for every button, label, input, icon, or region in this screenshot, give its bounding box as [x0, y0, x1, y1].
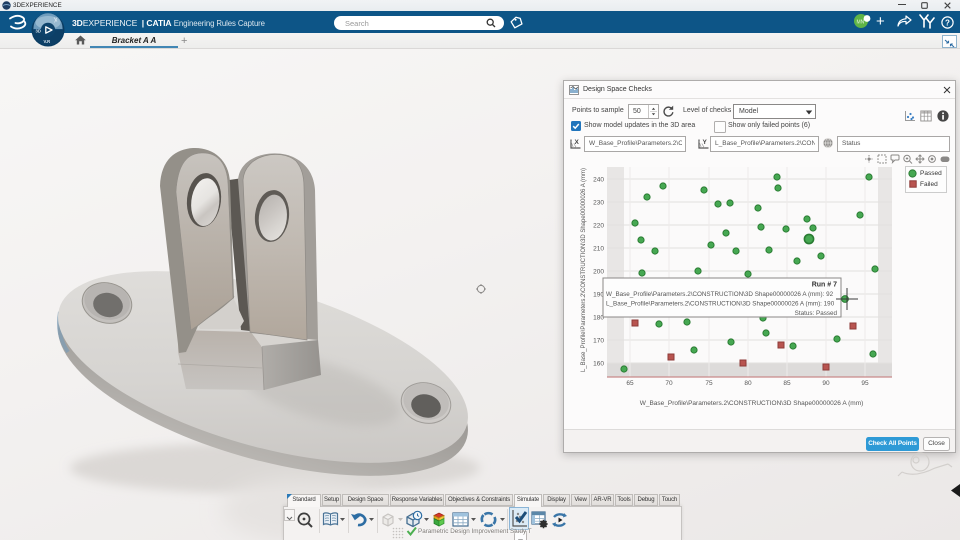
svg-text:95: 95: [861, 380, 869, 387]
svg-text:L_Base_Profile\Parameters.2\CO: L_Base_Profile\Parameters.2\CONSTRUCTION…: [606, 301, 835, 308]
svg-text:210: 210: [593, 246, 604, 253]
svg-text:Run # 7: Run # 7: [812, 282, 837, 289]
svg-text:3D: 3D: [36, 29, 41, 34]
svg-text:240: 240: [593, 177, 604, 184]
svg-text:75: 75: [705, 380, 713, 387]
svg-text:Status: Passed: Status: Passed: [795, 310, 838, 317]
svg-text:Y: Y: [703, 139, 708, 146]
svg-text:80: 80: [744, 380, 752, 387]
svg-text:70: 70: [665, 380, 673, 387]
svg-text:220: 220: [593, 223, 604, 230]
svg-text:W_Base_Profile\Parameters.2\CO: W_Base_Profile\Parameters.2\CONSTRUCTION…: [606, 291, 834, 298]
svg-text:65: 65: [626, 380, 634, 387]
svg-text:X: X: [575, 139, 580, 146]
svg-text:160: 160: [593, 361, 604, 368]
svg-text:230: 230: [593, 200, 604, 207]
svg-text:V.R: V.R: [44, 39, 51, 44]
svg-text:90: 90: [822, 380, 830, 387]
svg-text:170: 170: [593, 338, 604, 345]
svg-text:85: 85: [783, 380, 791, 387]
svg-text:200: 200: [593, 269, 604, 276]
